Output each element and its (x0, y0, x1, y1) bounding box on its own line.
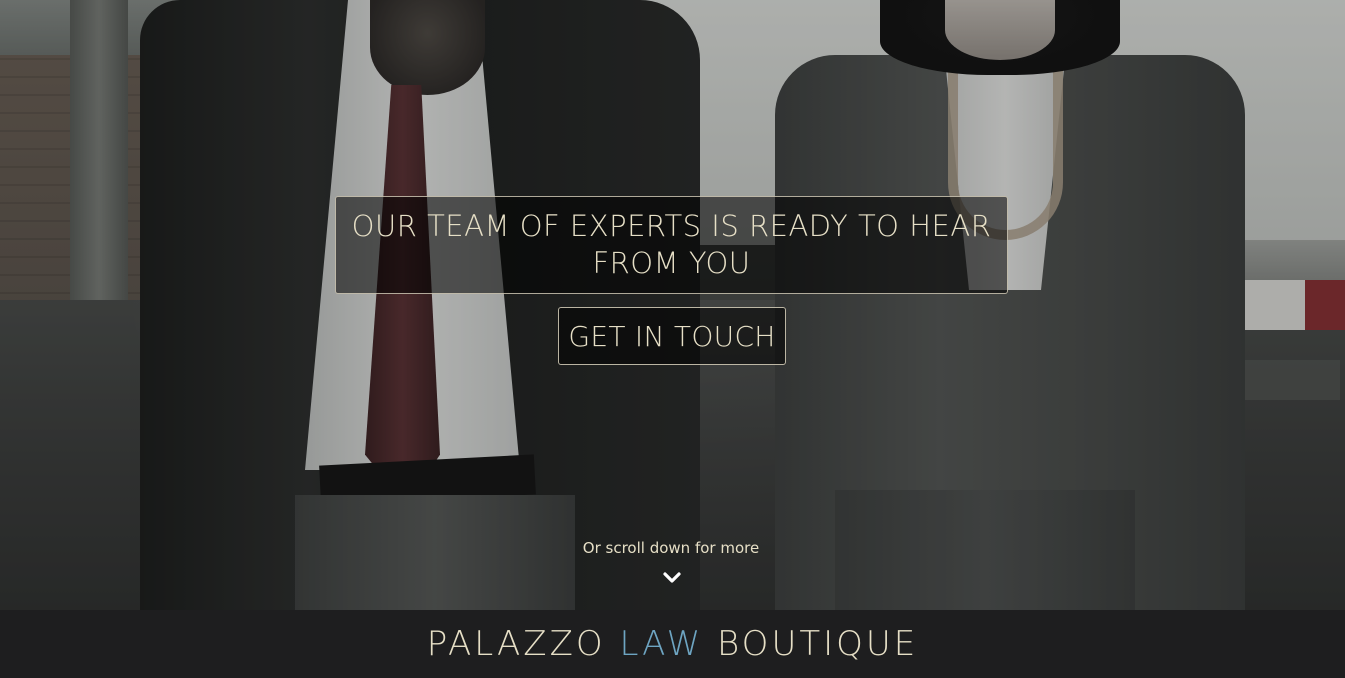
chevron-down-icon[interactable] (660, 568, 684, 588)
hero-headline-box: OUR TEAM OF EXPERTS IS READY TO HEAR FRO… (335, 196, 1008, 294)
hero-headline: OUR TEAM OF EXPERTS IS READY TO HEAR FRO… (351, 209, 992, 280)
brand-name-part3: BOUTIQUE (717, 624, 919, 664)
scroll-hint-text[interactable]: Or scroll down for more (520, 539, 822, 561)
brand-name-accent: LAW (619, 624, 704, 664)
brand-bar: PALAZZO LAW BOUTIQUE (0, 610, 1345, 678)
site-logo[interactable]: PALAZZO LAW BOUTIQUE (427, 624, 919, 664)
brand-name-part1: PALAZZO (426, 624, 606, 664)
get-in-touch-button[interactable]: GET IN TOUCH (558, 307, 786, 365)
hero-section: OUR TEAM OF EXPERTS IS READY TO HEAR FRO… (0, 0, 1345, 610)
